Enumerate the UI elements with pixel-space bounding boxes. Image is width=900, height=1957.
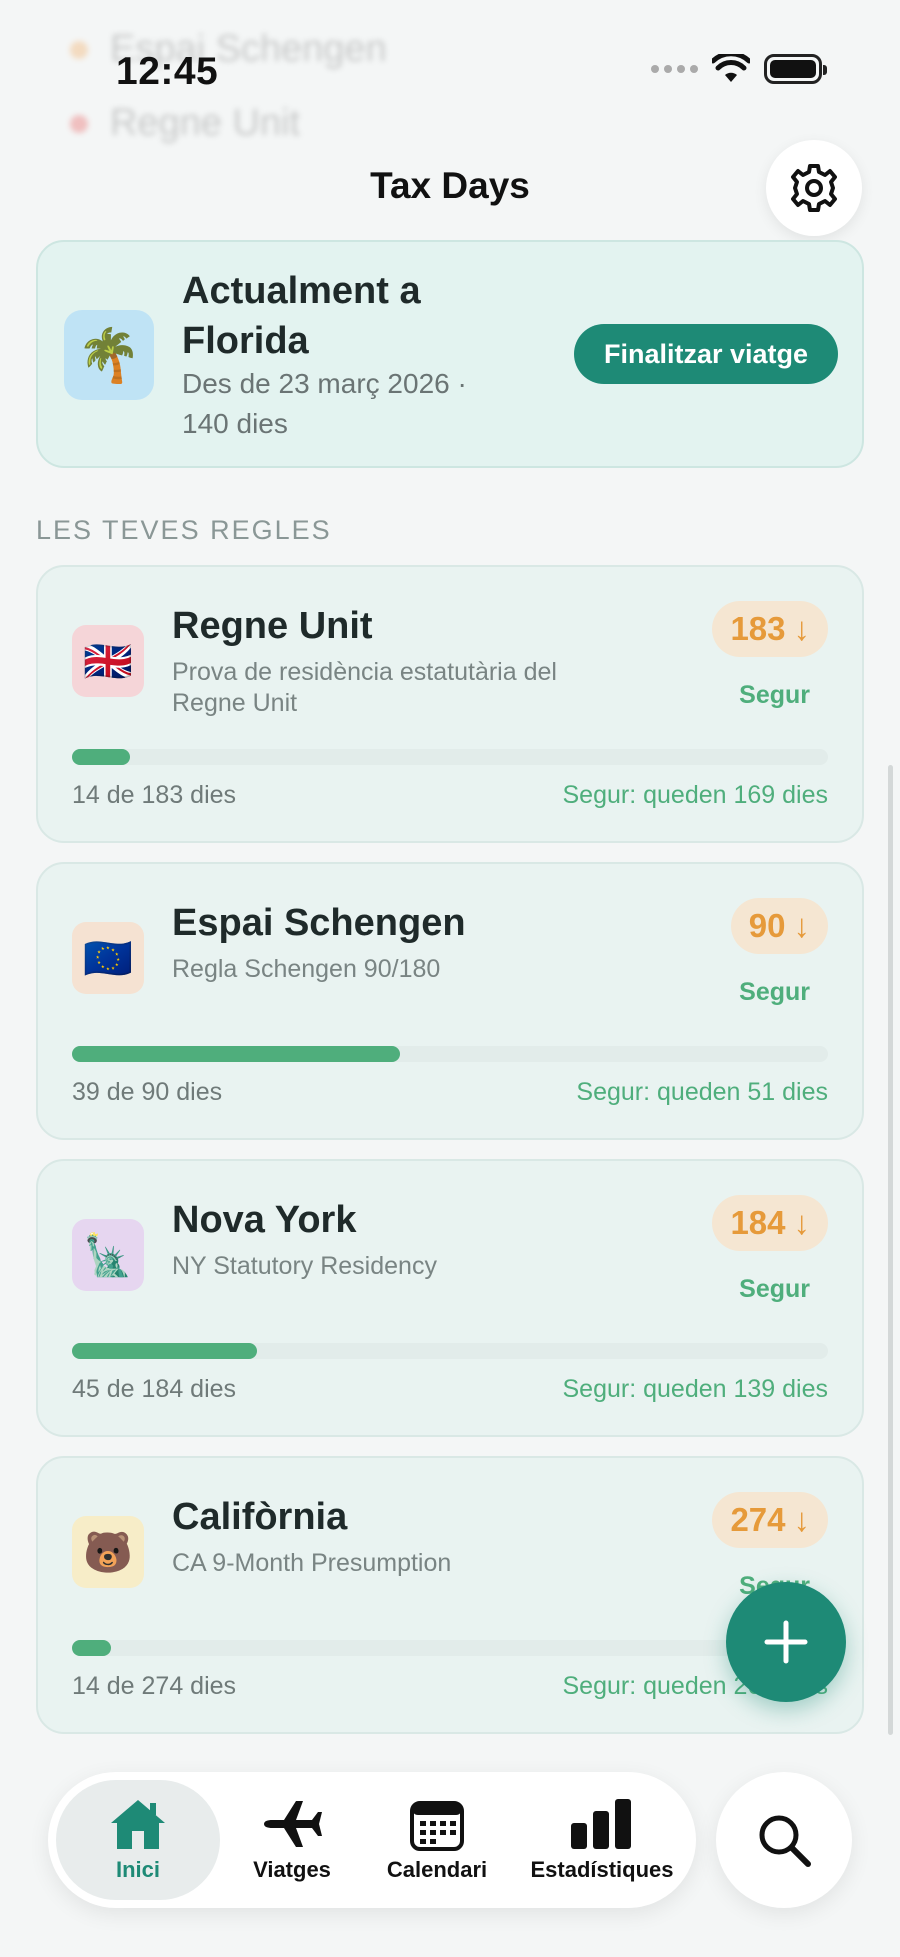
cellular-signal-icon [651, 65, 698, 73]
scrollbar[interactable] [888, 765, 893, 1735]
bear-icon: 🐻 [72, 1516, 144, 1588]
status-icons [651, 54, 827, 84]
status-label: Segur [739, 681, 810, 709]
statue-of-liberty-icon: 🗽 [72, 1219, 144, 1291]
status-label: Segur [739, 978, 810, 1006]
days-count: 14 de 274 dies [72, 1672, 237, 1700]
limit-badge: 90 ↓ [730, 898, 828, 954]
house-icon [111, 1800, 165, 1849]
current-trip-subtitle: Des de 23 març 2026 · 140 dies [182, 368, 467, 439]
section-heading: LES TEVES REGLES [36, 515, 332, 545]
progress-track [72, 1640, 828, 1656]
screen: Espai Schengen Regne Unit 12:45 Tax Days… [0, 0, 900, 1957]
days-count: 39 de 90 dies [72, 1078, 223, 1106]
color-dot [70, 40, 88, 59]
rule-name: Nova York [172, 1199, 357, 1241]
progress-fill [72, 1343, 257, 1359]
add-trip-button[interactable] [726, 1582, 846, 1702]
page-title: Tax Days [370, 165, 530, 206]
uk-flag-icon: 🇬🇧 [72, 625, 144, 697]
color-dot [70, 114, 88, 133]
progress-track [72, 1343, 828, 1359]
airplane-icon [264, 1801, 322, 1847]
arrow-down-icon: ↓ [793, 1501, 811, 1538]
tab-home[interactable]: Inici [56, 1780, 220, 1900]
battery-icon [764, 54, 827, 84]
limit-value: 184 [730, 1204, 786, 1241]
plus-icon [764, 1620, 808, 1664]
rule-description: Prova de residència estatutària del Regn… [172, 658, 557, 717]
settings-button[interactable] [766, 140, 862, 236]
status-label: Segur [739, 1275, 810, 1303]
current-trip-card[interactable]: 🌴 Actualment a Florida Des de 23 març 20… [36, 240, 864, 468]
search-button[interactable] [716, 1772, 852, 1908]
background-row: Regne Unit [70, 102, 850, 145]
tab-label: Calendari [386, 1857, 488, 1882]
arrow-down-icon: ↓ [793, 907, 811, 944]
limit-value: 90 [748, 907, 786, 944]
tab-calendar[interactable]: Calendari [364, 1780, 510, 1900]
limit-badge: 274 ↓ [712, 1492, 828, 1548]
limit-badge: 183 ↓ [712, 601, 828, 657]
tab-trips[interactable]: Viatges [230, 1780, 354, 1900]
background-row-label: Regne Unit [110, 102, 301, 144]
days-count: 14 de 183 dies [72, 781, 237, 809]
tab-statistics[interactable]: Estadístiques [518, 1780, 686, 1900]
rule-card-uk[interactable]: 🇬🇧 Regne Unit Prova de residència estatu… [36, 565, 864, 843]
progress-track [72, 749, 828, 765]
days-remaining: Segur: queden 169 dies [562, 781, 829, 809]
progress-fill [72, 1640, 111, 1656]
rule-description: NY Statutory Residency [172, 1252, 437, 1280]
rule-description: Regla Schengen 90/180 [172, 955, 441, 983]
days-remaining: Segur: queden 51 dies [576, 1078, 828, 1106]
rule-card-california[interactable]: 🐻 Califòrnia CA 9-Month Presumption 274 ↓… [36, 1456, 864, 1734]
days-remaining: Segur: queden 139 dies [562, 1375, 829, 1403]
search-icon [759, 1815, 811, 1867]
limit-badge: 184 ↓ [712, 1195, 828, 1251]
tab-bar: Inici Viatges Calendari Estadístiques [48, 1772, 696, 1908]
rule-name: Regne Unit [172, 605, 373, 647]
arrow-down-icon: ↓ [793, 1204, 811, 1241]
status-time: 12:45 [116, 50, 219, 93]
tab-label: Estadístiques [530, 1857, 674, 1882]
eu-flag-icon: 🇪🇺 [72, 922, 144, 994]
limit-value: 183 [730, 610, 786, 647]
days-count: 45 de 184 dies [72, 1375, 237, 1403]
tab-label: Viatges [253, 1857, 331, 1882]
palm-tree-icon: 🌴 [64, 310, 154, 400]
rule-name: Espai Schengen [172, 902, 466, 944]
arrow-down-icon: ↓ [793, 610, 811, 647]
progress-track [72, 1046, 828, 1062]
rule-description: CA 9-Month Presumption [172, 1549, 452, 1577]
rule-name: Califòrnia [172, 1496, 348, 1538]
tab-label: Inici [115, 1857, 160, 1882]
limit-value: 274 [730, 1501, 786, 1538]
rule-card-schengen[interactable]: 🇪🇺 Espai Schengen Regla Schengen 90/180 … [36, 862, 864, 1140]
rule-card-new-york[interactable]: 🗽 Nova York NY Statutory Residency 184 ↓ … [36, 1159, 864, 1437]
end-trip-button[interactable]: Finalitzar viatge [574, 324, 838, 384]
current-trip-title: Actualment a Florida [182, 270, 421, 362]
progress-fill [72, 1046, 400, 1062]
gear-icon [791, 164, 837, 212]
wifi-icon [712, 54, 750, 82]
calendar-icon [410, 1801, 464, 1851]
bar-chart-icon [571, 1799, 631, 1849]
progress-fill [72, 749, 130, 765]
